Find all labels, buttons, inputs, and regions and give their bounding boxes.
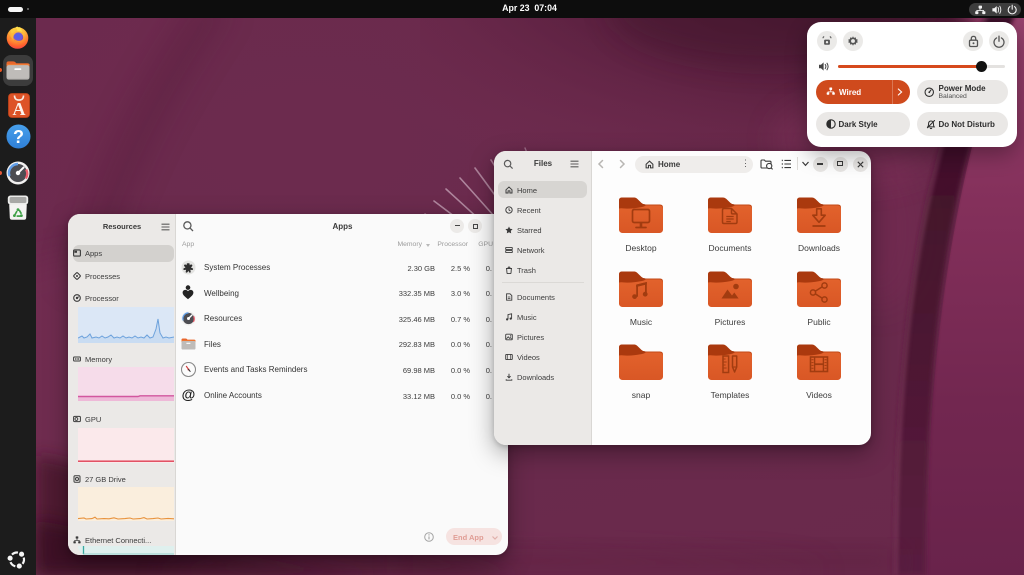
svg-text:A: A xyxy=(12,99,25,118)
svg-text:?: ? xyxy=(13,127,24,147)
